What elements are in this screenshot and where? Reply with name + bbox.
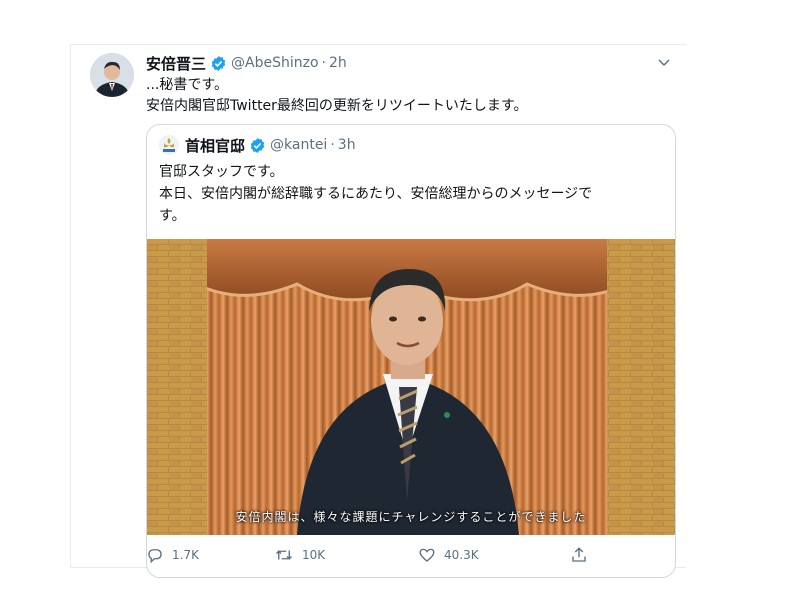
like-button[interactable]: 40.3K	[418, 546, 479, 564]
quoted-tweet-timestamp[interactable]: 3h	[338, 137, 356, 153]
quoted-text-line: 本日、安倍内閣が総辞職するにあたり、安倍総理からのメッセージで	[159, 186, 593, 202]
chevron-down-icon[interactable]	[656, 54, 672, 70]
divider	[70, 44, 686, 45]
quoted-text-line: 官邸スタッフです。	[159, 164, 284, 180]
video-player[interactable]: 安倍内閣は、様々な課題にチャレンジすることができました	[147, 239, 675, 535]
author-handle[interactable]: @AbeShinzo	[231, 55, 319, 71]
retweet-button[interactable]: 10K	[274, 546, 325, 564]
quoted-author-display-name[interactable]: 首相官邸	[185, 135, 245, 156]
video-frame	[147, 239, 675, 535]
tweet-card[interactable]: 安倍晋三 @AbeShinzo · 2h ...秘書です。 安倍内閣官邸Twit…	[70, 44, 686, 578]
retweet-count: 10K	[302, 548, 326, 562]
retweet-icon	[276, 550, 292, 560]
tweet-actions: 1.7K 10K 40.3K	[146, 546, 666, 566]
quoted-text-line: す。	[159, 208, 186, 224]
separator-dot: ·	[330, 137, 335, 153]
quoted-tweet[interactable]: 首相官邸 @kantei · 3h 官邸スタッフです。 本日、安倍内閣が総辞職す…	[146, 124, 676, 578]
verified-badge-icon	[211, 55, 226, 71]
share-button[interactable]	[570, 546, 596, 564]
video-subtitle: 安倍内閣は、様々な課題にチャレンジすることができました	[235, 510, 587, 524]
separator-dot: ·	[321, 55, 326, 71]
like-count: 40.3K	[444, 548, 479, 562]
quoted-author-handle[interactable]: @kantei	[270, 137, 327, 153]
reply-count: 1.7K	[172, 548, 199, 562]
avatar[interactable]	[90, 53, 134, 97]
tweet-text-line: 安倍内閣官邸Twitter最終回の更新をリツイートいたします。	[146, 98, 528, 114]
quoted-avatar[interactable]	[159, 135, 179, 155]
divider	[70, 44, 71, 568]
quoted-tweet-header: 首相官邸 @kantei · 3h	[159, 135, 356, 155]
author-display-name[interactable]: 安倍晋三	[146, 53, 206, 74]
tweet-header: 安倍晋三 @AbeShinzo · 2h	[146, 53, 347, 73]
share-icon	[572, 547, 586, 562]
tweet-text-line: ...秘書です。	[146, 77, 228, 93]
reply-button[interactable]: 1.7K	[146, 546, 199, 564]
heart-icon	[419, 548, 435, 562]
reply-icon	[148, 549, 162, 564]
verified-badge-icon	[250, 137, 265, 153]
tweet-timestamp[interactable]: 2h	[329, 55, 347, 71]
